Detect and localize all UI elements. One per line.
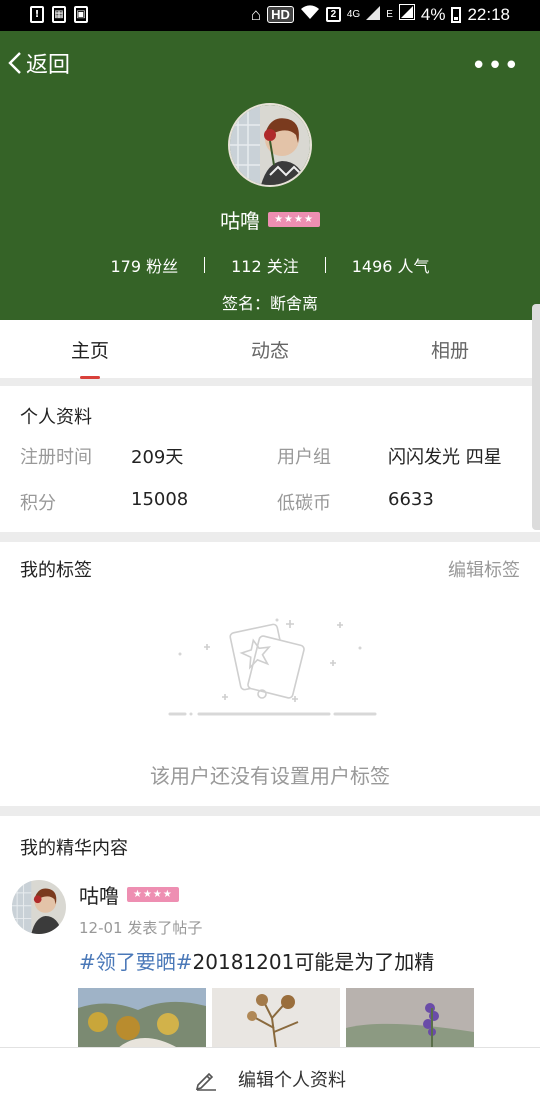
net-type: 4G (346, 9, 361, 20)
wifi-icon (300, 4, 320, 25)
status-bar: ! ▦ ▣ ⌂ HD 2 4G E 4% 22:18 (0, 0, 540, 31)
pencil-icon (195, 1072, 216, 1091)
chevron-left-icon (8, 52, 21, 74)
tags-card: 我的标签 编辑标签 该用户还没有设置用户标签 (0, 542, 540, 806)
points-label: 积分 (20, 493, 56, 514)
sim-icon: ▦ (52, 6, 66, 23)
tab-activity[interactable]: 动态 (180, 336, 360, 363)
section-title: 个人资料 (20, 407, 92, 428)
points-value: 15008 (131, 489, 189, 510)
hd-icon: HD (267, 6, 294, 23)
post-image[interactable] (346, 988, 474, 1048)
avatar[interactable] (228, 103, 312, 187)
scroll-handle[interactable] (532, 304, 540, 530)
stats-row: 179 粉丝 112 关注 1496 人气 (0, 253, 540, 277)
level-badge: ★★★★ (268, 212, 320, 227)
clock: 22:18 (467, 4, 510, 24)
battery-icon (451, 6, 462, 23)
sim2-icon: 2 (325, 7, 341, 22)
post-title[interactable]: #领了要晒#20181201可能是为了加精 (79, 946, 434, 975)
empty-tags-text: 该用户还没有设置用户标签 (150, 764, 390, 788)
featured-card: 我的精华内容 咕噜 ★★★★ 12-01 发表了帖子 #领了要晒#2018120… (0, 816, 540, 1048)
back-label: 返回 (26, 53, 71, 78)
post-user-row: 咕噜 ★★★★ (79, 880, 179, 909)
user-group-value: 闪闪发光 四星 (388, 447, 502, 468)
tab-album[interactable]: 相册 (360, 336, 540, 363)
post-username[interactable]: 咕噜 (79, 880, 119, 909)
post-image[interactable] (78, 988, 206, 1048)
post-hashtag[interactable]: #领了要晒# (79, 950, 193, 974)
screenshot-icon: ▣ (74, 6, 88, 23)
post-avatar[interactable] (12, 880, 66, 934)
profile-info-card: 个人资料 注册时间 209天 用户组 闪闪发光 四星 积分 15008 低碳币 … (0, 386, 540, 532)
notification-icons: ! ▦ ▣ (30, 6, 88, 23)
more-icon[interactable]: ••• (471, 51, 520, 81)
post-meta: 12-01 发表了帖子 (79, 919, 203, 937)
signal-icon (366, 5, 381, 25)
profile-header: 返回 ••• 咕噜 ★★★★ 179 粉丝 112 关注 1496 人气 签名：… (0, 31, 540, 320)
battery-percent: 4% (420, 4, 446, 24)
post-title-text: 20181201可能是为了加精 (192, 950, 435, 974)
back-button[interactable]: 返回 (8, 47, 70, 79)
user-group-label: 用户组 (277, 447, 331, 468)
username-row: 咕噜 ★★★★ (0, 205, 540, 234)
following-count[interactable]: 112 关注 (205, 253, 325, 277)
reg-time-label: 注册时间 (20, 447, 92, 468)
edit-profile-button[interactable]: 编辑个人资料 (0, 1047, 540, 1110)
edit-tags-button[interactable]: 编辑标签 (448, 556, 520, 582)
edit-profile-label: 编辑个人资料 (238, 1070, 346, 1091)
empty-tags-illustration (168, 618, 377, 716)
post-thumbnails (78, 988, 474, 1048)
username: 咕噜 (220, 209, 261, 233)
tab-bar: 主页 动态 相册 (0, 320, 540, 379)
popularity-count: 1496 人气 (351, 257, 430, 276)
net-e: E (386, 9, 393, 20)
fans-count[interactable]: 179 粉丝 (84, 253, 204, 277)
section-title: 我的标签 (20, 560, 92, 581)
post-image[interactable] (212, 988, 340, 1048)
alert-icon: ! (30, 6, 44, 23)
home-status-icon: ⌂ (250, 4, 262, 24)
section-title: 我的精华内容 (20, 838, 128, 859)
tab-home[interactable]: 主页 (0, 336, 180, 379)
signal2-icon (398, 4, 415, 25)
reg-time-value: 209天 (131, 447, 184, 468)
system-icons: ⌂ HD 2 4G E 4% 22:18 (251, 4, 510, 25)
coin-label: 低碳币 (277, 493, 331, 514)
post-level-badge: ★★★★ (127, 887, 179, 902)
signature: 签名：断舍离 (221, 294, 318, 313)
coin-value: 6633 (388, 489, 434, 510)
